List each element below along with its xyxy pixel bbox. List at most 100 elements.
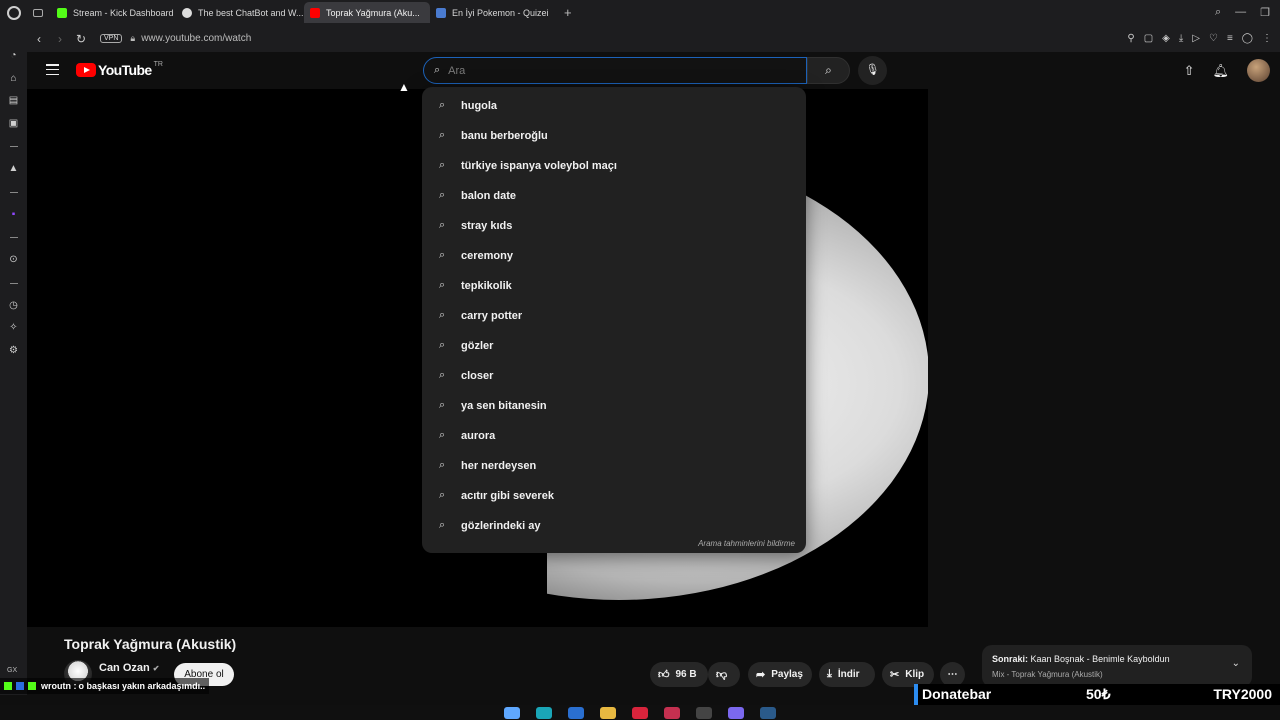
suggestion-item[interactable]: ⌕ acıtır gibi severek — [422, 481, 806, 510]
header-actions: ⇧ 🔔︎ — [1184, 59, 1270, 82]
profile-icon[interactable]: ◯ — [1242, 33, 1253, 44]
up-next-card[interactable]: Sonraki: Kaan Boşnak - Benimle Kayboldun… — [982, 645, 1252, 687]
hamburger-menu-icon[interactable] — [46, 64, 59, 75]
snapshot-icon[interactable]: ▢ — [1144, 33, 1153, 44]
history-icon[interactable]: ◷ — [0, 295, 27, 318]
suggestion-text: hugola — [461, 99, 498, 112]
flow-icon[interactable]: ⌂ — [0, 68, 27, 91]
dislike-button[interactable]: 👎︎ — [708, 662, 740, 687]
like-button[interactable]: 👍︎ 96 B — [650, 662, 708, 687]
download-label: İndir — [837, 669, 860, 680]
upload-icon[interactable]: ⇧ — [1184, 63, 1195, 79]
share-button[interactable]: ➦ Paylaş — [748, 662, 812, 687]
suggestion-item[interactable]: ⌕ aurora — [422, 421, 806, 450]
opera-logo-icon[interactable] — [7, 5, 21, 20]
search-icon: ⌕ — [434, 64, 441, 76]
suggestion-text: closer — [461, 369, 494, 382]
back-icon[interactable]: ‹ — [30, 32, 48, 46]
account-avatar[interactable] — [1247, 59, 1270, 82]
download-icon[interactable]: ⤓ — [1179, 33, 1183, 44]
verified-icon: ✔︎ — [152, 664, 160, 673]
report-predictions-link[interactable]: Arama tahminlerini bildirme — [698, 539, 795, 548]
player-icon[interactable]: ▷ — [1192, 33, 1200, 44]
suggestion-item[interactable]: ⌕ stray kıds — [422, 211, 806, 240]
suggestion-item[interactable]: ⌕ gözlerindeki ay — [422, 511, 806, 540]
forward-icon[interactable]: › — [51, 32, 69, 46]
share-icon: ➦ — [756, 669, 766, 681]
suggestion-item[interactable]: ⌕ hugola — [422, 91, 806, 120]
youtube-logo[interactable]: YouTube TR — [76, 60, 163, 78]
wallet-icon[interactable]: ▤ — [0, 90, 27, 113]
suggestion-item[interactable]: ⌕ closer — [422, 361, 806, 390]
search-icon: ⌕ — [439, 99, 446, 111]
tab-chatbot[interactable]: The best ChatBot and W... — [176, 2, 304, 23]
divider — [9, 191, 18, 193]
search-button[interactable]: ⌕ — [807, 57, 850, 84]
store-icon[interactable] — [568, 706, 584, 719]
chevron-down-icon[interactable]: ⌄ — [1232, 658, 1240, 669]
suggestion-text: ya sen bitanesin — [461, 399, 547, 412]
suggestion-item[interactable]: ⌕ banu berberoğlu — [422, 121, 806, 150]
minimize-icon[interactable]: — — [1235, 6, 1246, 19]
search-box[interactable]: ⌕ — [423, 57, 807, 84]
suggestion-item[interactable]: ⌕ ya sen bitanesin — [422, 391, 806, 420]
url-field[interactable]: www.youtube.com/watch — [141, 33, 251, 44]
restore-icon[interactable]: ❐ — [1260, 6, 1270, 19]
messenger-icon[interactable]: ▣ — [0, 113, 27, 136]
workspace-icon[interactable] — [33, 8, 43, 17]
search-icon: ⌕ — [439, 339, 446, 351]
wallet-icon[interactable]: ≡ — [1227, 33, 1233, 44]
steam-icon[interactable] — [760, 706, 776, 719]
channel-name[interactable]: Can Ozan ✔︎ — [99, 662, 159, 674]
search-input[interactable] — [448, 64, 769, 77]
search-icon: ⌕ — [439, 459, 446, 471]
search-suggestions-dropdown: ⌕ hugola ⌕ banu berberoğlu ⌕ türkiye ispany… — [422, 87, 806, 553]
heart-icon[interactable]: ♡ — [1209, 33, 1218, 44]
reload-icon[interactable]: ↻ — [72, 32, 90, 46]
player-icon[interactable]: ⊙ — [0, 249, 27, 272]
folder-icon[interactable] — [600, 706, 616, 719]
suggestion-item[interactable]: ⌕ carry potter — [422, 301, 806, 330]
up-next-title: Sonraki: Kaan Boşnak - Benimle Kayboldun — [992, 654, 1170, 664]
youtube-wordmark: YouTube — [98, 62, 152, 78]
chatbot-icon — [182, 7, 192, 18]
lock-icon[interactable]: 🔒︎ — [130, 33, 135, 44]
tab-youtube-active[interactable]: Toprak Yağmura (Aku... — [304, 2, 430, 23]
download-button[interactable]: ⤓ İndir — [819, 662, 875, 687]
new-tab-icon[interactable]: + — [564, 5, 572, 20]
up-next-mix: Mix - Toprak Yağmura (Akustik) — [992, 670, 1103, 679]
copilot-icon[interactable] — [504, 706, 520, 719]
browser-tab-bar: Stream - Kick Dashboard The best ChatBot… — [0, 0, 1280, 25]
obs-icon[interactable] — [696, 706, 712, 719]
suggestion-item[interactable]: ⌕ türkiye ispanya voleybol maçı — [422, 151, 806, 180]
settings-icon[interactable]: ⚙ — [0, 340, 27, 363]
suggestion-item[interactable]: ⌕ tepkikolik — [422, 271, 806, 300]
extensions-icon[interactable]: ✧ — [0, 317, 27, 340]
share-label: Paylaş — [771, 669, 803, 680]
shield-icon[interactable]: ◈ — [1162, 33, 1170, 44]
pinterest-icon[interactable] — [632, 706, 648, 719]
edge-icon[interactable] — [536, 706, 552, 719]
opera-gx-icon[interactable] — [664, 706, 680, 719]
kick-sidebar-icon[interactable]: ▲ — [0, 158, 27, 181]
tab-kick-dashboard[interactable]: Stream - Kick Dashboard — [51, 2, 176, 23]
twitch-icon[interactable]: ▪ — [0, 204, 27, 227]
up-next-prefix: Sonraki: — [992, 654, 1029, 664]
suggestion-item[interactable]: ⌕ gözler — [422, 331, 806, 360]
country-code: TR — [153, 60, 163, 68]
suggestion-item[interactable]: ⌕ her nerdeysen — [422, 451, 806, 480]
kick-icon — [57, 7, 67, 18]
search-tabs-icon[interactable]: ⌕ — [1215, 6, 1221, 19]
address-actions: ⚲ ▢ ◈ ⤓ ▷ ♡ ≡ ◯ ⋮ — [1127, 33, 1280, 44]
tab-quizei[interactable]: En İyi Pokemon - Quizei — [430, 2, 558, 23]
moderator-badge-icon — [16, 682, 24, 690]
suggestion-item[interactable]: ⌕ ceremony — [422, 241, 806, 270]
discord-icon[interactable] — [728, 706, 744, 719]
vpn-badge[interactable]: VPN — [100, 34, 123, 43]
voice-search-button[interactable]: 🎙︎ — [858, 56, 887, 85]
pin-icon[interactable]: ⚲ — [1127, 33, 1134, 44]
suggestion-item[interactable]: ⌕ balon date — [422, 181, 806, 210]
gx-corner-icon[interactable]: ◔ — [0, 45, 27, 68]
menu-icon[interactable]: ⋮ — [1262, 33, 1272, 44]
notifications-bell-icon[interactable]: 🔔︎ — [1212, 63, 1229, 79]
